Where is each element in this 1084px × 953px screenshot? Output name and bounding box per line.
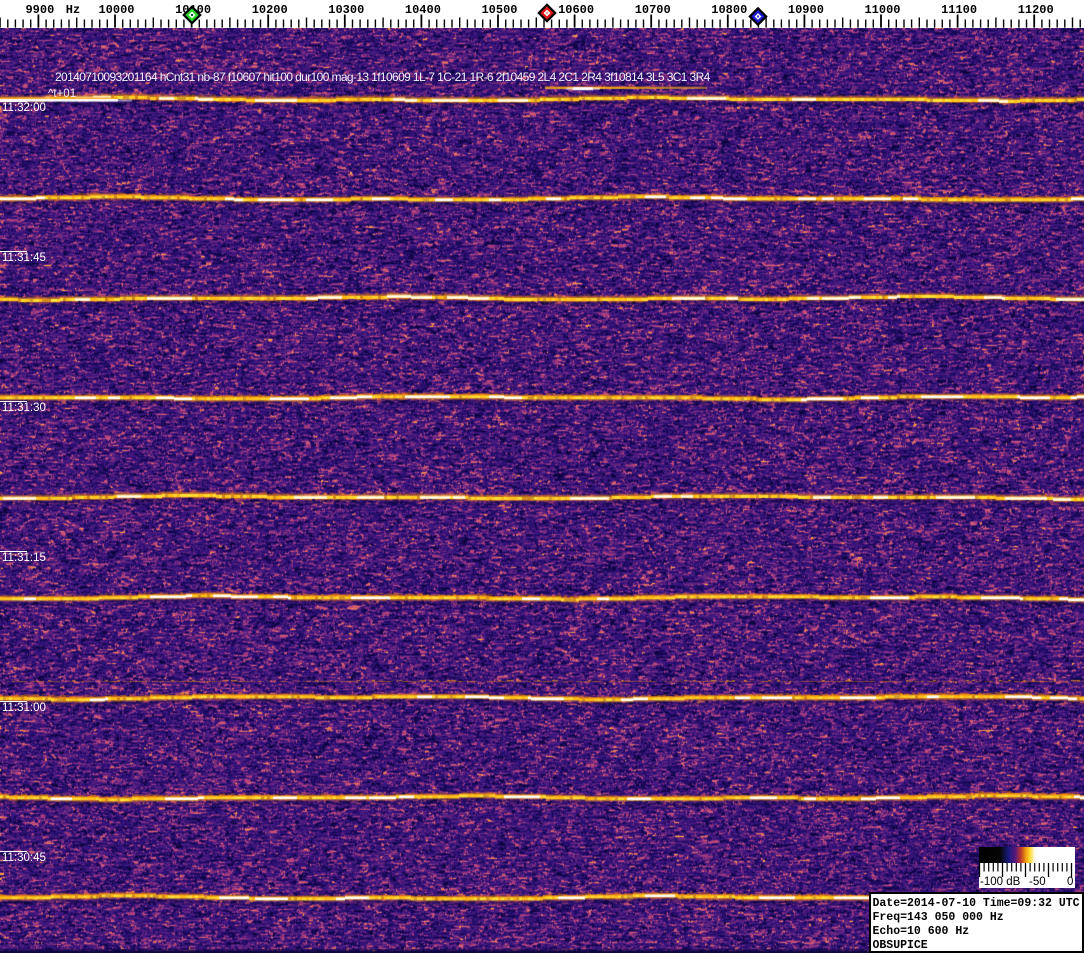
svg-text:11200: 11200	[1018, 3, 1054, 17]
svg-text:10500: 10500	[481, 3, 517, 17]
svg-text:9900: 9900	[25, 3, 54, 17]
svg-text:11000: 11000	[864, 3, 900, 17]
svg-text:10900: 10900	[788, 3, 824, 17]
svg-text:Hz: Hz	[66, 3, 80, 17]
svg-text:10000: 10000	[98, 3, 134, 17]
svg-text:10400: 10400	[405, 3, 441, 17]
svg-text:10800: 10800	[711, 3, 747, 17]
svg-text:10700: 10700	[635, 3, 671, 17]
svg-text:11100: 11100	[941, 3, 977, 17]
svg-text:10600: 10600	[558, 3, 594, 17]
svg-text:10300: 10300	[328, 3, 364, 17]
svg-text:10200: 10200	[252, 3, 288, 17]
